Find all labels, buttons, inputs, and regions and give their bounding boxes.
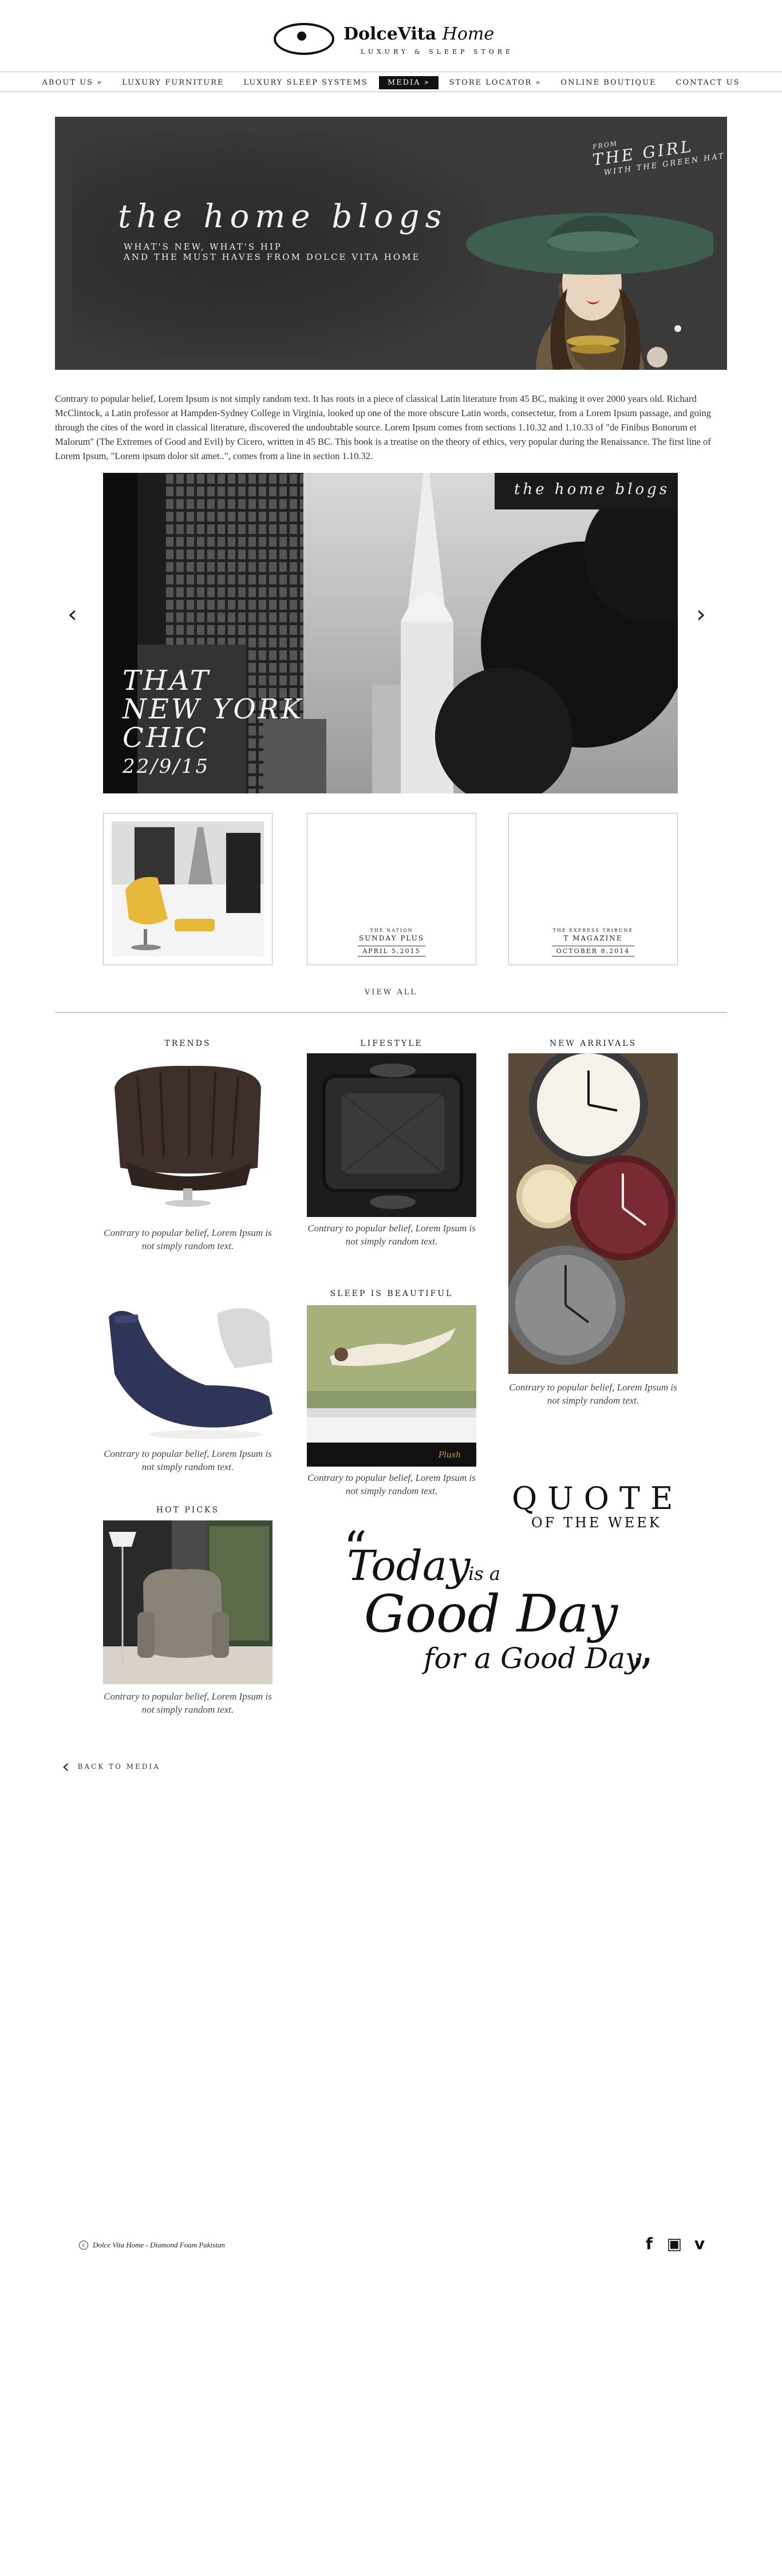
- section-title-hot-picks: HOT PICKS: [156, 1506, 220, 1515]
- slide-caption: THAT NEW YORK CHIC 22/9/15: [123, 666, 304, 781]
- vimeo-icon[interactable]: v: [692, 2236, 708, 2252]
- press-title: T MAGAZINE: [563, 934, 623, 942]
- quote-line3: for a Good Day: [421, 1642, 642, 1675]
- brand-name-script: Home: [442, 24, 495, 44]
- view-all-link[interactable]: VIEW ALL: [0, 988, 782, 997]
- chaise-lounge-image[interactable]: [103, 1299, 272, 1443]
- svg-text:Plush: Plush: [438, 1451, 461, 1460]
- banner-girl-caption: FROM THE GIRL WITH THE GREEN HAT: [591, 134, 726, 177]
- quote-line1: Today: [347, 1542, 471, 1590]
- slide-tag: the home blogs: [495, 473, 678, 509]
- banner-subtitle-line1: WHAT'S NEW, WHAT'S HIP: [124, 242, 282, 252]
- nav-item-media[interactable]: MEDIA »: [378, 76, 439, 89]
- chevron-left-icon: ‹: [62, 1755, 70, 1778]
- press-thumb-text: THE NATION SUNDAY PLUS APRIL 5,2015: [307, 928, 476, 957]
- quote-heading: QUOTE: [512, 1480, 684, 1516]
- banner-subtitle: WHAT'S NEW, WHAT'S HIP AND THE MUST HAVE…: [124, 242, 420, 262]
- caption-date: 22/9/15: [123, 755, 210, 778]
- slider-next-button[interactable]: ›: [696, 600, 706, 628]
- nav-item-about-us[interactable]: ABOUT US »: [34, 76, 112, 89]
- recliner-room-image[interactable]: [103, 1520, 272, 1684]
- quote-line1b: is a: [468, 1563, 500, 1585]
- girl-green-hat-illustration: [466, 213, 713, 370]
- instagram-icon[interactable]: ▣: [666, 2236, 682, 2252]
- press-thumb[interactable]: THE EXPRESS TRIBUNE T MAGAZINE OCTOBER 8…: [508, 813, 678, 965]
- brand-tagline: LUXURY & SLEEP STORE: [361, 48, 514, 56]
- logo-icon: [274, 23, 334, 55]
- nav-item-luxury-furniture[interactable]: LUXURY FURNITURE: [113, 76, 232, 89]
- quote-of-the-week: QUOTE OF THE WEEK “ Today is a Good Day …: [343, 1480, 684, 1684]
- card-description: Contrary to popular belief, Lorem Ipsum …: [104, 1227, 272, 1251]
- leather-armchair-image[interactable]: [103, 1053, 272, 1214]
- brand-name: DolceVita: [343, 24, 437, 44]
- copyright-icon: c: [79, 2241, 88, 2250]
- close-quote-icon: ”: [630, 1649, 653, 1684]
- intro-paragraph: Contrary to popular belief, Lorem Ipsum …: [55, 393, 712, 461]
- card-description: Contrary to popular belief, Lorem Ipsum …: [509, 1382, 677, 1406]
- press-date: OCTOBER 8,2014: [551, 946, 635, 957]
- caption-line2: NEW YORK: [123, 693, 304, 725]
- section-title-new-arrivals: NEW ARRIVALS: [549, 1039, 637, 1048]
- slider-prev-button[interactable]: ‹: [68, 600, 77, 628]
- banner-title: the home blogs: [118, 198, 448, 235]
- banner-subtitle-line2: AND THE MUST HAVES FROM DOLCE VITA HOME: [124, 252, 421, 262]
- yellow-chair-thumbnail: [112, 821, 264, 957]
- section-title-lifestyle: LIFESTYLE: [360, 1039, 423, 1048]
- press-source: THE EXPRESS TRIBUNE: [552, 928, 634, 933]
- press-source: THE NATION: [370, 928, 413, 933]
- nav-item-contact-us[interactable]: CONTACT US: [668, 76, 749, 89]
- caption-line3: CHIC: [123, 722, 209, 754]
- nav-item-online-boutique[interactable]: ONLINE BOUTIQUE: [552, 76, 665, 89]
- site-header: DolceVita Home LUXURY & SLEEP STORE: [0, 0, 782, 72]
- nav-item-store-locator[interactable]: STORE LOCATOR »: [441, 76, 550, 89]
- black-tray-image[interactable]: [307, 1053, 476, 1217]
- card-description: Contrary to popular belief, Lorem Ipsum …: [104, 1448, 272, 1472]
- caption-line1: THAT: [123, 665, 211, 697]
- section-title-trends: TRENDS: [164, 1039, 211, 1048]
- press-thumb-text: THE EXPRESS TRIBUNE T MAGAZINE OCTOBER 8…: [509, 928, 677, 957]
- press-thumb[interactable]: THE NATION SUNDAY PLUS APRIL 5,2015: [307, 813, 476, 965]
- press-title: SUNDAY PLUS: [358, 934, 425, 942]
- card-description: Contrary to popular belief, Lorem Ipsum …: [307, 1223, 476, 1247]
- card-description: Contrary to popular belief, Lorem Ipsum …: [104, 1691, 272, 1715]
- back-to-media-label: BACK TO MEDIA: [77, 1763, 160, 1771]
- back-to-media-link[interactable]: ‹ BACK TO MEDIA: [62, 1755, 160, 1778]
- press-thumb[interactable]: [103, 813, 272, 965]
- section-title-sleep-is-beautiful: SLEEP IS BEAUTIFUL: [330, 1289, 453, 1298]
- wall-clocks-image[interactable]: [508, 1053, 678, 1374]
- brand-logo[interactable]: DolceVita Home LUXURY & SLEEP STORE: [274, 22, 514, 62]
- press-date: APRIL 5,2015: [358, 946, 425, 957]
- section-divider: [55, 1012, 727, 1013]
- footer-copyright: c Dolce Vita Home - Diamond Foam Pakista…: [79, 2241, 225, 2250]
- blog-banner: the home blogs WHAT'S NEW, WHAT'S HIP AN…: [55, 117, 727, 370]
- footer-copy-text: Dolce Vita Home - Diamond Foam Pakistan: [93, 2241, 225, 2249]
- social-links: f ▣ v: [641, 2236, 708, 2252]
- facebook-icon[interactable]: f: [641, 2236, 657, 2252]
- mattress-image[interactable]: Plush: [307, 1305, 476, 1467]
- main-nav: ABOUT US » LUXURY FURNITURE LUXURY SLEEP…: [0, 73, 782, 92]
- quote-subheading: OF THE WEEK: [531, 1515, 662, 1531]
- quote-line2: Good Day: [364, 1584, 618, 1644]
- nav-item-luxury-sleep-systems[interactable]: LUXURY SLEEP SYSTEMS: [235, 76, 376, 89]
- featured-slider: the home blogs THAT NEW YORK CHIC 22/9/1…: [103, 473, 678, 793]
